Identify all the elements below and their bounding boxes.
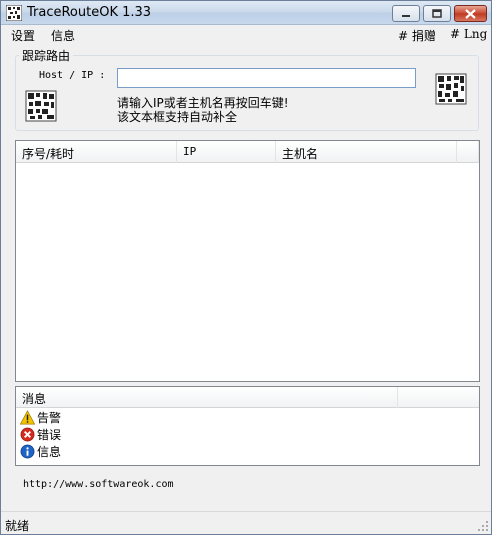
column-header-hostname[interactable]: 主机名 [276,141,457,163]
minimize-icon [402,14,410,17]
list-item-info[interactable]: 信息 [20,443,61,460]
column-header-ip[interactable]: IP [177,141,276,163]
status-text: 就绪 [5,519,30,533]
trace-route-group [15,55,479,131]
host-ip-input[interactable] [117,68,416,88]
table-header: 序号/耗时 IP 主机名 [16,141,479,163]
minimize-button[interactable] [392,5,420,22]
menu-settings[interactable]: 设置 [11,27,35,44]
host-ip-label: Host / IP : [39,70,106,81]
maximize-button[interactable] [423,5,451,22]
trace-results-table[interactable]: 序号/耗时 IP 主机名 [15,140,480,382]
list-item-warning[interactable]: 告警 [20,409,61,426]
hint-line-2: 该文本框支持自动补全 [117,110,238,124]
close-icon [465,8,476,19]
column-header-message[interactable]: 消息 [16,387,398,408]
trace-route-group-title: 跟踪路由 [19,47,74,64]
column-header-message-extra[interactable] [398,387,479,408]
menu-bar: 设置 信息 # 捐赠 # Lng [1,25,491,45]
status-bar: 就绪 [1,511,491,534]
app-logo-icon [6,5,22,21]
network-logo-icon [25,90,57,122]
close-button[interactable] [454,5,487,22]
error-icon [20,427,35,442]
message-list[interactable]: 消息 告警 错误 信息 [15,386,480,466]
window-title: TraceRouteOK 1.33 [27,5,152,20]
trace-start-icon[interactable] [435,73,467,105]
list-item-error[interactable]: 错误 [20,426,61,443]
website-link[interactable]: http://www.softwareok.com [23,479,174,490]
message-label: 错误 [37,428,62,442]
message-label: 告警 [37,411,62,425]
menu-donate[interactable]: # 捐赠 [398,27,436,44]
menu-language[interactable]: # Lng [450,27,487,41]
app-window: TraceRouteOK 1.33 设置 信息 # 捐赠 # Lng 跟踪路由 … [0,0,492,535]
message-list-header: 消息 [16,387,479,408]
maximize-icon [432,9,442,18]
column-header-seq-time[interactable]: 序号/耗时 [16,141,177,163]
warning-icon [20,410,35,425]
message-label: 信息 [37,445,62,459]
resize-grip-icon[interactable] [477,520,489,532]
title-bar[interactable]: TraceRouteOK 1.33 [1,1,491,25]
column-header-extra[interactable] [457,141,479,163]
info-icon [20,444,35,459]
menu-info[interactable]: 信息 [51,27,75,44]
